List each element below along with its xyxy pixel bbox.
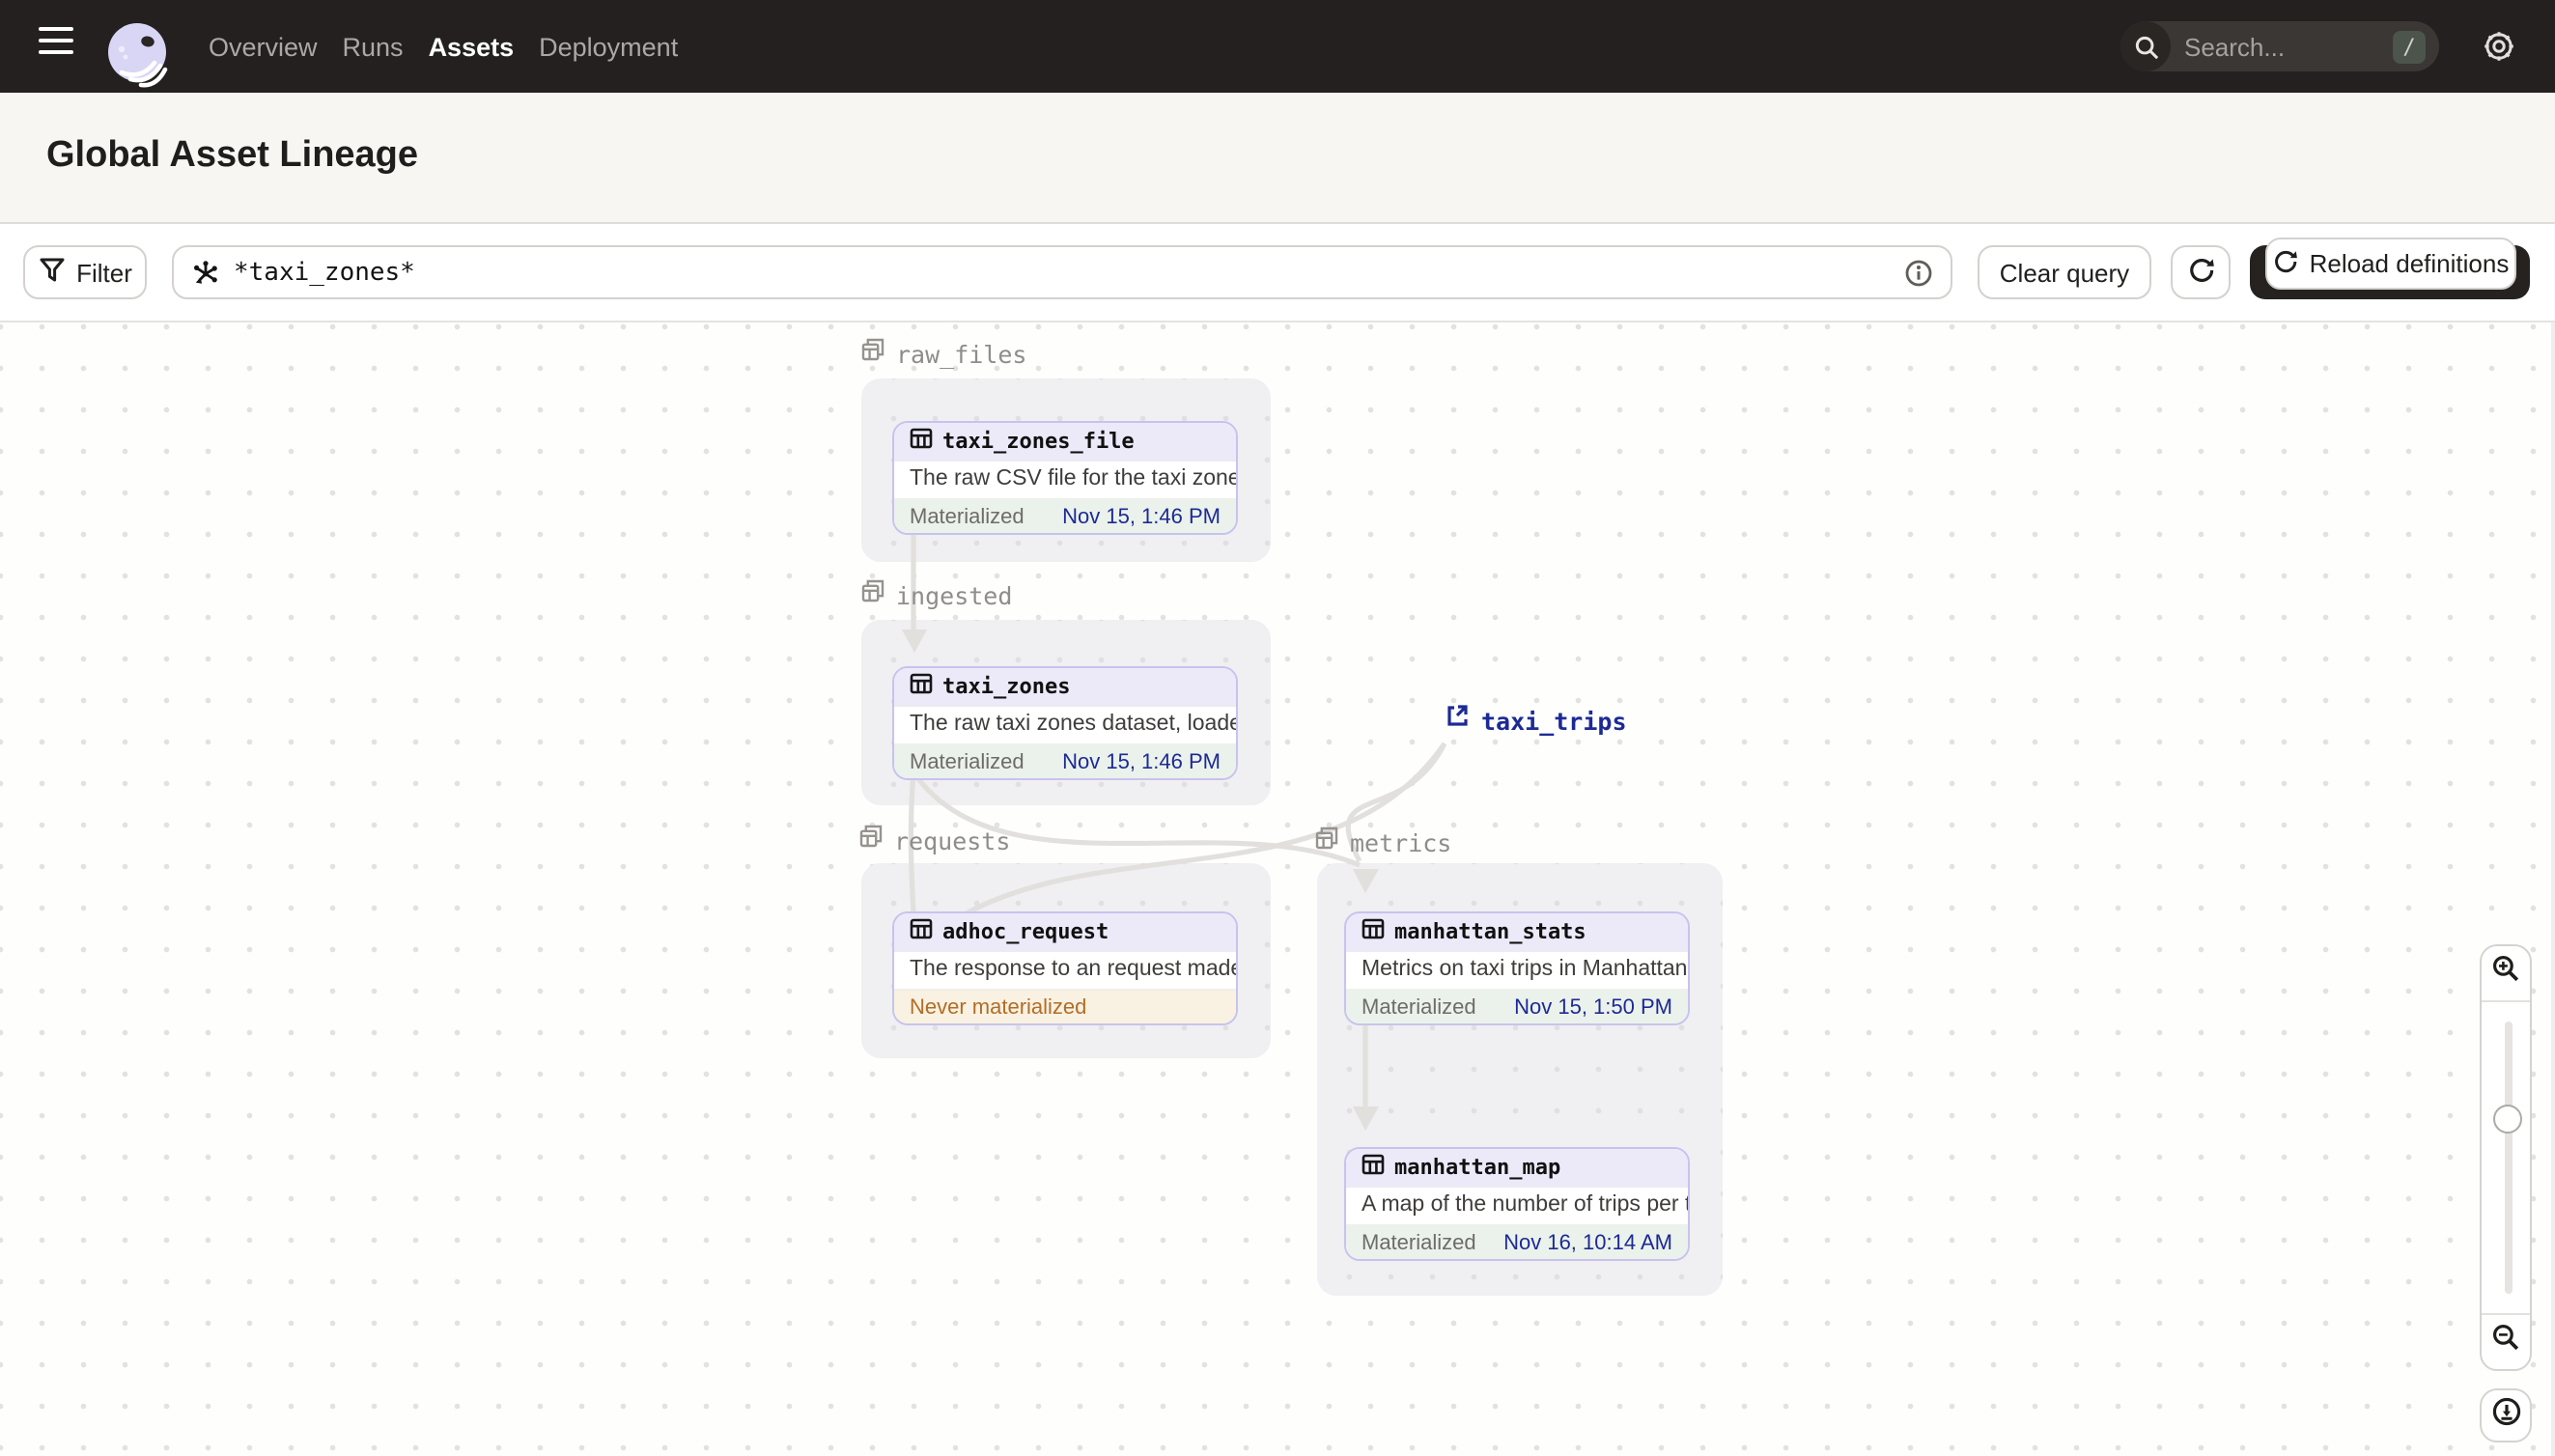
zoom-out-button[interactable] [2482,1315,2530,1369]
dagster-logo[interactable]: . [102,19,172,89]
nav-item-deployment[interactable]: Deployment [539,32,678,61]
search-shortcut-badge: / [2393,30,2426,63]
table-icon [1362,914,1385,949]
status-timestamp: Nov 15, 1:46 PM [1062,505,1221,528]
asset-name: manhattan_stats [1394,919,1586,944]
status-label: Materialized [910,505,1025,528]
asset-node-manhattan-stats[interactable]: manhattan_stats Metrics on taxi trips in… [1344,911,1690,1025]
asset-description: A map of the number of trips per taxi z.… [1346,1186,1688,1226]
table-icon [910,424,933,459]
download-icon [2490,1395,2521,1436]
stacked-table-icon [859,823,883,857]
status-label: Materialized [1362,1231,1476,1254]
asset-name: taxi_zones_file [942,429,1135,454]
asset-node-taxi-zones-file[interactable]: taxi_zones_file The raw CSV file for the… [892,421,1238,535]
group-name: raw_files [896,339,1027,368]
status-timestamp: Nov 16, 10:14 AM [1503,1231,1672,1254]
zoom-out-icon [2491,1323,2520,1361]
status-label: Materialized [910,750,1025,773]
settings-gear-icon[interactable] [2482,29,2516,64]
group-name: ingested [896,580,1013,609]
asset-status-row: Materialized Nov 15, 1:46 PM [894,500,1236,533]
asset-status-row: Materialized Nov 15, 1:46 PM [894,745,1236,778]
page-title: Global Asset Lineage [46,135,419,176]
asset-node-header: taxi_zones [894,668,1236,705]
status-label: Never materialized [910,995,1087,1019]
status-timestamp: Nov 15, 1:50 PM [1514,995,1672,1019]
clear-query-label: Clear query [1999,258,2130,287]
refresh-icon [2187,256,2214,289]
filter-button[interactable]: Filter [23,245,147,299]
asset-node-header: adhoc_request [894,913,1236,950]
table-icon [1362,1150,1385,1185]
nav-item-assets[interactable]: Assets [429,32,515,61]
global-search[interactable]: Search... / [2120,21,2439,71]
info-icon[interactable] [1904,258,1933,287]
asset-description: Metrics on taxi trips in Manhattan [1346,950,1688,991]
page-header: Global Asset Lineage Reload definitions [0,93,2555,290]
asset-name: adhoc_request [942,919,1109,944]
asset-node-manhattan-map[interactable]: manhattan_map A map of the number of tri… [1344,1147,1690,1261]
asset-description: The raw CSV file for the taxi zones dat.… [894,460,1236,500]
status-timestamp: Nov 15, 1:46 PM [1062,750,1221,773]
group-name: metrics [1350,827,1452,856]
nav-item-overview[interactable]: Overview [209,32,318,61]
asset-status-row: Materialized Nov 16, 10:14 AM [1346,1226,1688,1259]
query-value: *taxi_zones* [234,258,415,287]
group-label-ingested[interactable]: ingested [861,577,1012,612]
asset-node-taxi-zones[interactable]: taxi_zones The raw taxi zones dataset, l… [892,666,1238,780]
external-asset-name: taxi_trips [1481,706,1627,735]
asset-node-header: manhattan_map [1346,1149,1688,1186]
asset-status-row: Never materialized [894,991,1236,1023]
clear-query-button[interactable]: Clear query [1978,245,2151,299]
lineage-canvas[interactable] [0,321,2555,1456]
asset-name: manhattan_map [1394,1155,1561,1180]
download-view-button[interactable] [2480,1388,2532,1442]
table-icon [910,669,933,704]
zoom-in-icon [2491,954,2520,993]
external-asset-taxi-trips[interactable]: taxi_trips [1445,703,1627,738]
reload-definitions-button[interactable]: Reload definitions [2265,238,2516,290]
search-placeholder: Search... [2184,32,2286,61]
stacked-table-icon [861,577,884,612]
zoom-slider[interactable] [2482,1000,2530,1315]
zoom-controls [2480,944,2532,1442]
lineage-query-icon [191,258,220,287]
group-name: requests [894,826,1011,854]
asset-name: taxi_zones [942,674,1071,699]
status-label: Materialized [1362,995,1476,1019]
reload-definitions-label: Reload definitions [2309,249,2510,278]
refresh-button[interactable] [2171,245,2231,299]
filter-button-label: Filter [76,258,132,287]
zoom-in-button[interactable] [2482,946,2530,1000]
scrollbar-gutter [2550,321,2555,1456]
asset-query-input[interactable]: *taxi_zones* [172,245,1952,299]
top-navbar: . Overview Runs Assets Deployment Search… [0,0,2555,93]
search-icon [2120,21,2171,71]
group-label-raw-files[interactable]: raw_files [861,336,1026,371]
hamburger-menu-icon[interactable] [39,27,73,66]
external-link-icon [1445,703,1470,738]
reload-icon [2273,248,2298,279]
asset-node-header: manhattan_stats [1346,913,1688,950]
lineage-toolbar: Filter *taxi_zones* Clear query Material… [0,222,2555,322]
asset-description: The response to an request made in th... [894,950,1236,991]
asset-status-row: Materialized Nov 15, 1:50 PM [1346,991,1688,1023]
nav-item-runs[interactable]: Runs [343,32,404,61]
nav-links: Overview Runs Assets Deployment [209,0,678,93]
filter-funnel-icon [38,256,65,289]
stacked-table-icon [861,336,884,371]
zoom-slider-handle[interactable] [2493,1105,2522,1134]
asset-node-adhoc-request[interactable]: adhoc_request The response to an request… [892,911,1238,1025]
zoom-slider-track[interactable] [2504,1022,2512,1294]
table-icon [910,914,933,949]
asset-description: The raw taxi zones dataset, loaded int..… [894,705,1236,745]
stacked-table-icon [1315,825,1338,859]
group-label-metrics[interactable]: metrics [1315,825,1451,859]
asset-node-header: taxi_zones_file [894,423,1236,460]
group-label-requests[interactable]: requests [859,823,1010,857]
